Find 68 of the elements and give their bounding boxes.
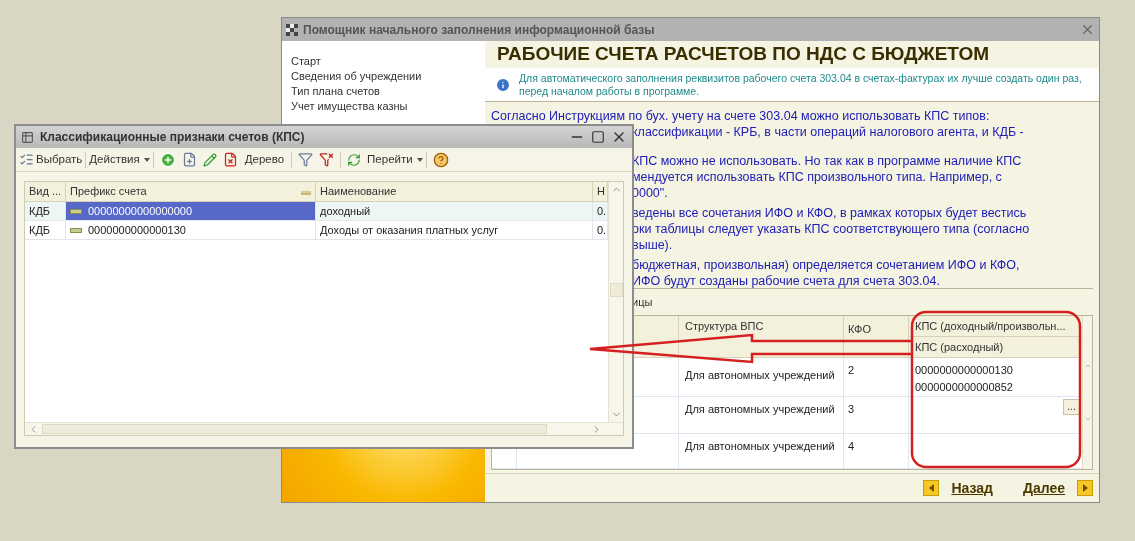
table-cell: 2 xyxy=(848,364,855,376)
column-header[interactable]: КПС (расходный) xyxy=(915,338,1004,355)
column-header[interactable]: Префикс счета xyxy=(70,183,301,200)
table-cell-text: КДБ xyxy=(29,203,51,219)
maximize-icon[interactable] xyxy=(591,130,605,144)
tree-button[interactable]: Дерево xyxy=(244,150,285,169)
pencil-icon[interactable] xyxy=(202,152,217,167)
delete-icon[interactable] xyxy=(222,152,238,167)
sidebar-item[interactable]: Тип плана счетов xyxy=(291,84,380,99)
table-cell-text: 0000000000000852 xyxy=(915,380,1014,395)
help-icon[interactable] xyxy=(432,151,449,168)
table-icon xyxy=(21,130,34,144)
table-cell-text: доходный xyxy=(320,203,371,219)
next-button[interactable]: Далее xyxy=(1022,477,1093,499)
table-cell: 4 xyxy=(848,439,855,452)
table-cell-text: Доходы от оказания платных услуг xyxy=(320,222,499,238)
window-title: Классификационные признаки счетов (КПС) xyxy=(40,129,306,146)
copy-icon[interactable] xyxy=(181,152,197,167)
scroll-thumb[interactable] xyxy=(609,283,623,297)
sidebar-item[interactable]: Учет имущества казны xyxy=(291,99,408,114)
caret-icon xyxy=(416,157,423,162)
column-header[interactable]: КПС (доходный/произвольн... xyxy=(915,317,1066,334)
scrollbar[interactable] xyxy=(1082,316,1092,469)
sidebar-item[interactable]: Сведения об учреждении xyxy=(291,69,422,84)
goto-menu[interactable]: Перейти xyxy=(367,150,423,169)
list-check-icon xyxy=(19,152,34,167)
checkered-flag-icon xyxy=(286,23,298,36)
window-title: Помощник начального заполнения информационной базы xyxy=(303,21,656,39)
table-cell-text: 0000000000000130 xyxy=(915,363,1014,378)
actions-menu[interactable]: Действия xyxy=(89,150,150,169)
table-cell: Для автономных учреждений xyxy=(685,403,835,415)
filter-icon[interactable] xyxy=(298,152,314,167)
page-heading: РАБОЧИЕ СЧЕТА РАСЧЕТОВ ПО НДС С БЮДЖЕТОМ xyxy=(497,42,990,67)
table-row[interactable]: КДБ 0000000000000130 Доходы от оказания платных услуг 0. xyxy=(25,221,608,240)
table-cell-text: 0. xyxy=(597,222,607,238)
table-cell: Для автономных учреждений xyxy=(685,369,835,381)
clear-filter-icon[interactable] xyxy=(319,152,335,167)
add-icon[interactable] xyxy=(159,151,176,168)
record-icon xyxy=(70,227,82,233)
instruction-text: бюджетная, произвольная) определяется сочетанием ИФО и КФО, xyxy=(632,257,1020,273)
table-cell-text: 0. xyxy=(597,203,607,219)
select-button[interactable]: Выбрать xyxy=(19,150,83,169)
horizontal-scrollbar[interactable] xyxy=(25,422,623,435)
table-cell-text: КДБ xyxy=(29,222,51,238)
instruction-text: мендуется использовать КПС произвольного типа. Например, с xyxy=(632,169,1002,185)
sidebar-item[interactable]: Старт xyxy=(291,54,321,69)
record-icon xyxy=(70,208,82,214)
scroll-thumb[interactable] xyxy=(42,424,547,434)
instruction-text: классификации - КРБ, в части операций налогового агента, и КДБ - xyxy=(632,124,1024,140)
table-row[interactable]: КДБ 00000000000000000 доходный 0. xyxy=(25,202,608,221)
vertical-scrollbar[interactable] xyxy=(608,182,623,422)
table-cell-text: 0000000000000130 xyxy=(88,222,186,238)
back-button[interactable]: Назад xyxy=(923,477,993,499)
refresh-icon[interactable] xyxy=(347,152,362,167)
column-header[interactable]: Н xyxy=(597,183,605,200)
scroll-up-icon[interactable] xyxy=(1083,362,1092,370)
table-cell: 3 xyxy=(848,403,855,415)
table-cell: Для автономных учреждений xyxy=(685,439,835,452)
table-cell-text: 00000000000000000 xyxy=(88,203,192,219)
instruction-text: Согласно Инструкциям по бух. учету на счете 303.04 можно использовать КПС типов: xyxy=(491,108,990,124)
info-text: Для автоматического заполнения реквизитов рабочего счета 303.04 в счетах-фактурах их лучше создать один раз, перед началом работы в программе. xyxy=(519,71,1083,98)
info-icon xyxy=(495,76,511,93)
caret-icon xyxy=(143,157,150,162)
column-header[interactable]: КФО xyxy=(848,323,871,335)
column-header[interactable]: Структура ВПС xyxy=(685,320,764,332)
column-header[interactable]: Вид ... xyxy=(29,183,62,200)
column-header[interactable]: Наименование xyxy=(320,183,588,200)
scroll-down-icon[interactable] xyxy=(1083,415,1092,423)
